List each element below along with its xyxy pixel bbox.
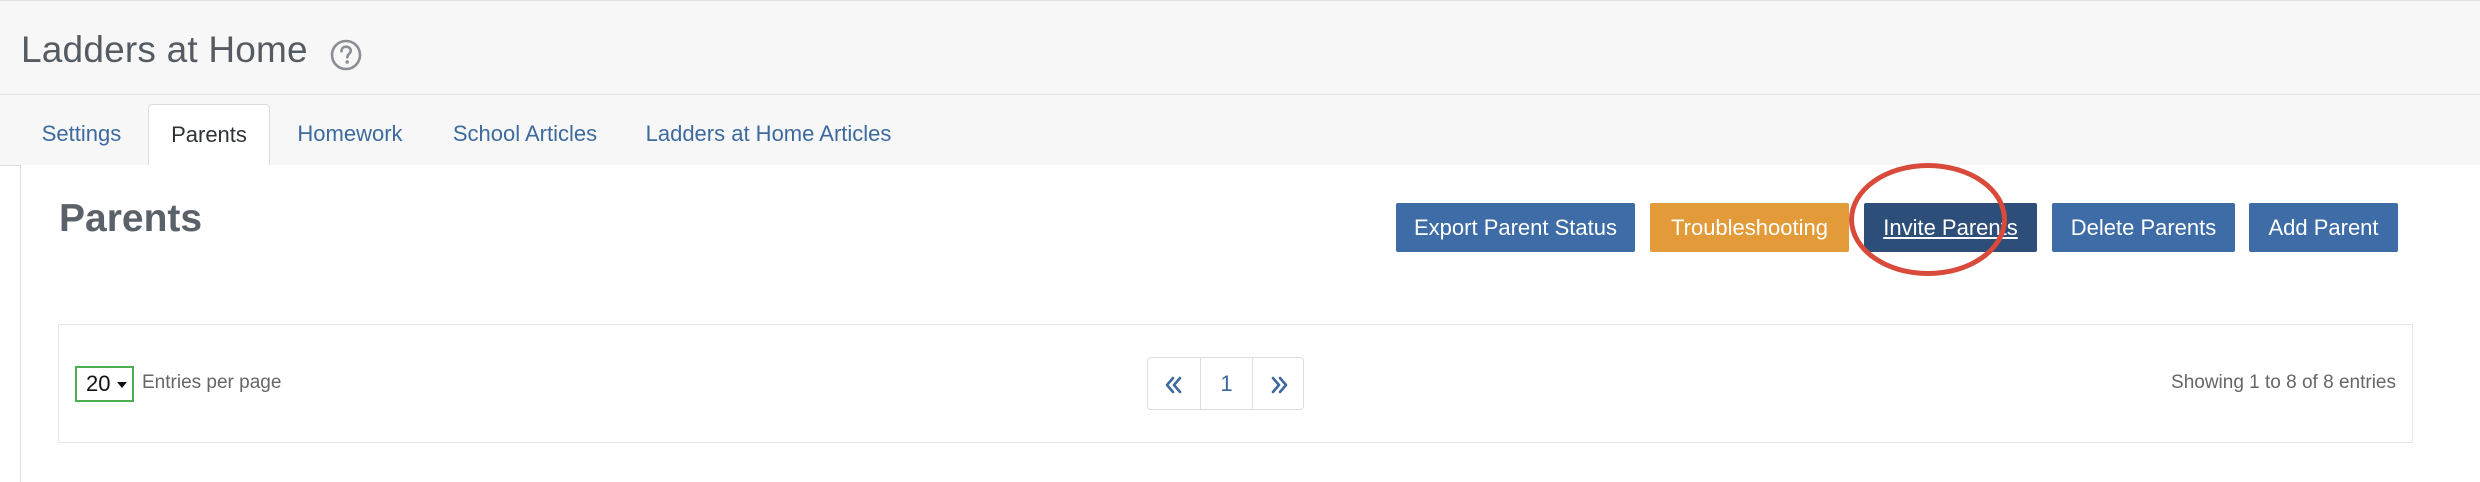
page-number[interactable]: 1	[1201, 358, 1252, 409]
double-chevron-left-icon[interactable]	[1148, 358, 1200, 409]
entries-per-page-label: Entries per page	[142, 372, 282, 393]
tab-parents[interactable]: Parents	[148, 104, 270, 167]
export-parent-status-button[interactable]: Export Parent Status	[1396, 203, 1635, 252]
caret-down-icon	[117, 382, 127, 388]
tab-school-articles[interactable]: School Articles	[432, 104, 618, 166]
troubleshooting-button[interactable]: Troubleshooting	[1650, 203, 1849, 252]
tab-homework[interactable]: Homework	[277, 104, 423, 166]
tab-ladders-at-home-articles[interactable]: Ladders at Home Articles	[627, 104, 910, 166]
page-title: Ladders at Home	[21, 29, 308, 70]
per-page-value: 20	[86, 371, 111, 396]
showing-entries-text: Showing 1 to 8 of 8 entries	[2171, 372, 2396, 393]
page-header: Ladders at Home	[0, 0, 2480, 95]
panel-title: Parents	[59, 197, 203, 240]
entries-per-page-select[interactable]: 20	[75, 366, 134, 402]
add-parent-button[interactable]: Add Parent	[2249, 203, 2398, 252]
delete-parents-button[interactable]: Delete Parents	[2052, 203, 2235, 252]
question-circle-icon[interactable]	[329, 38, 363, 72]
highlight-ring	[1849, 163, 2007, 276]
tab-settings[interactable]: Settings	[21, 104, 142, 166]
tabs-bar: Settings Parents Homework School Article…	[0, 95, 2480, 167]
pagination: 1	[1147, 357, 1304, 410]
double-chevron-right-icon[interactable]	[1253, 358, 1304, 409]
